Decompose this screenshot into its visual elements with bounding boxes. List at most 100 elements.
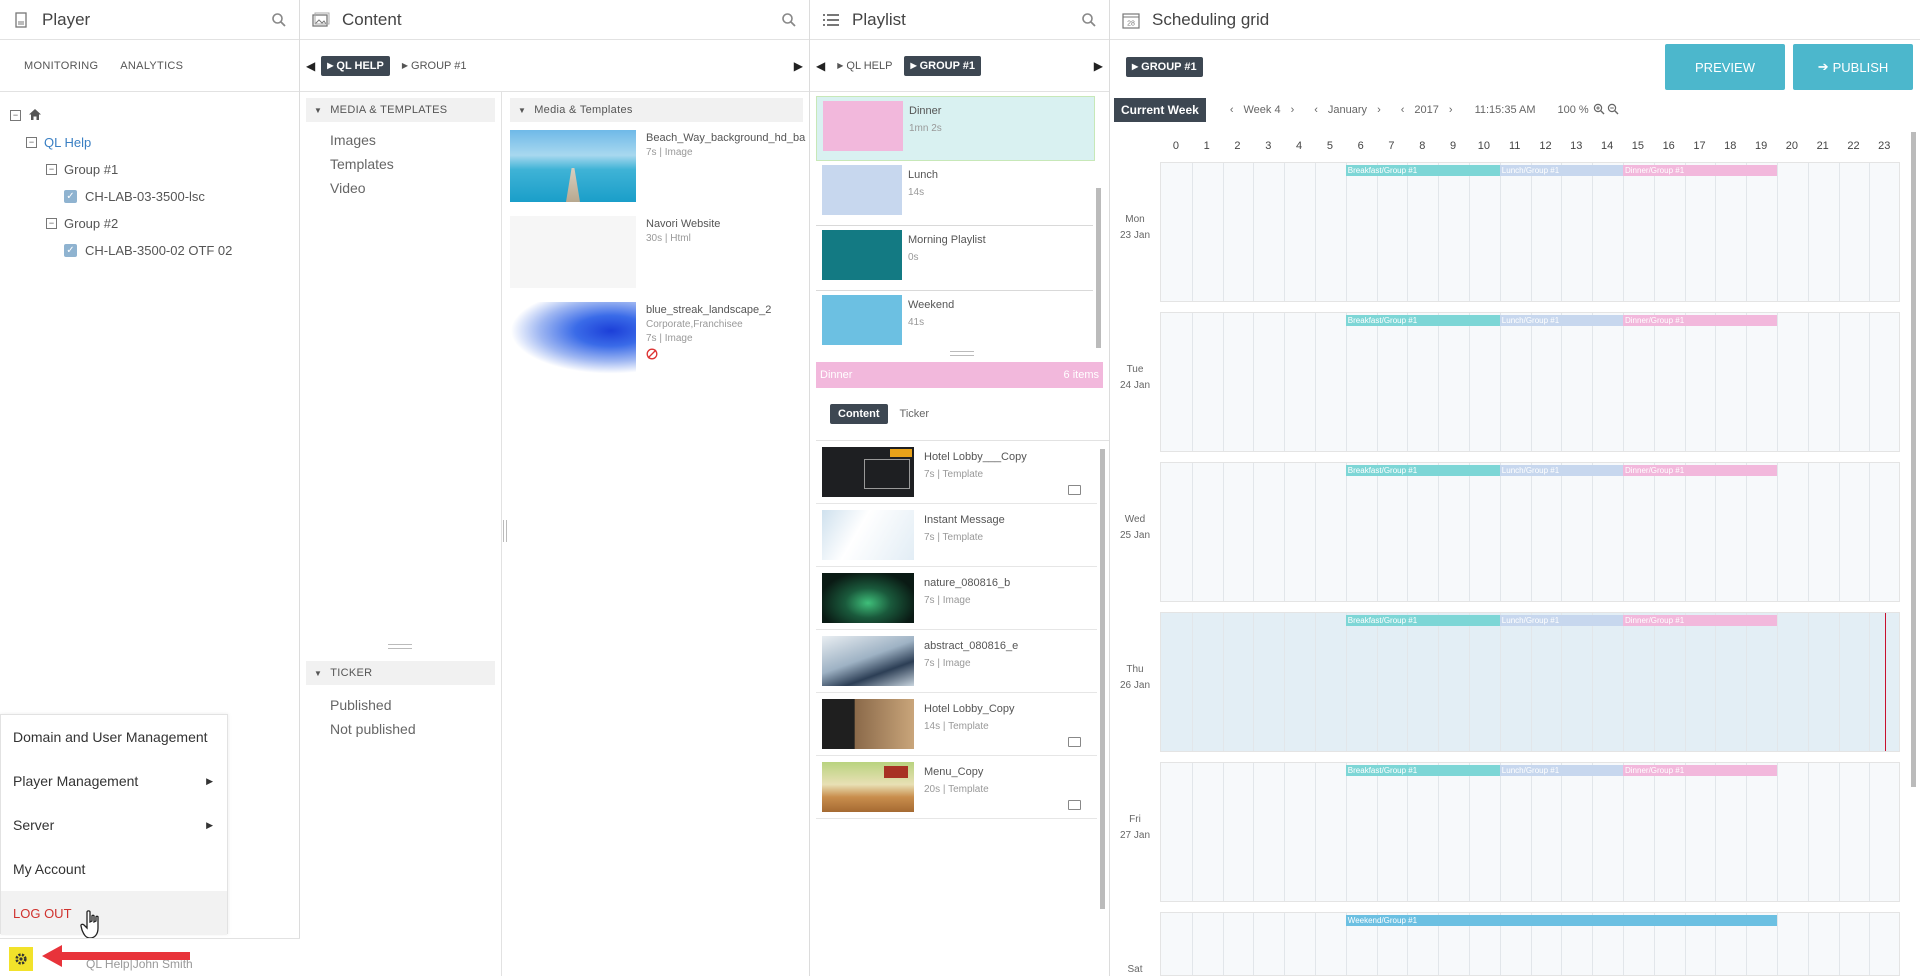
schedule-slot[interactable]: Dinner/Group #1 <box>1623 315 1777 326</box>
hour-gridline <box>1284 613 1286 751</box>
playlist-scrollbar[interactable] <box>1096 188 1101 348</box>
subtab-content[interactable]: Content <box>830 404 888 424</box>
schedule-slot[interactable]: Breakfast/Group #1 <box>1345 165 1500 176</box>
nav-left-icon[interactable]: ◀ <box>816 59 825 73</box>
playlist-content-item[interactable]: Instant Message 7s | Template <box>816 504 1097 567</box>
playlist-item[interactable]: Morning Playlist 0s <box>816 226 1093 291</box>
player-header: Player <box>0 0 299 40</box>
day-row[interactable]: Weekend/Group #1 <box>1160 912 1900 976</box>
day-row[interactable]: Breakfast/Group #1 Lunch/Group #1 Dinner/G… <box>1160 762 1900 902</box>
gear-icon[interactable] <box>9 947 33 971</box>
menu-item-logout[interactable]: LOG OUT <box>1 891 227 935</box>
search-icon[interactable] <box>781 12 797 28</box>
schedule-slot[interactable]: Lunch/Group #1 <box>1499 765 1623 776</box>
schedule-slot[interactable]: Dinner/Group #1 <box>1623 765 1777 776</box>
media-item[interactable]: Beach_Way_background_hd_ba 7s | Image <box>510 130 809 212</box>
day-row[interactable]: Breakfast/Group #1 Lunch/Group #1 Dinner/G… <box>1160 612 1900 752</box>
menu-item-server[interactable]: Server ▶ <box>1 803 227 847</box>
nav-left-icon[interactable]: ◀ <box>306 59 315 73</box>
hour-gridline <box>1499 613 1501 751</box>
breadcrumb-group-1[interactable]: ▶ GROUP #1 <box>904 55 982 76</box>
schedule-slot[interactable]: Dinner/Group #1 <box>1623 165 1777 176</box>
cast-icon[interactable] <box>1068 485 1081 495</box>
hour-gridline <box>1746 163 1748 301</box>
breadcrumb-ql-help[interactable]: ▶ QL HELP <box>831 56 898 76</box>
home-icon[interactable] <box>28 108 42 124</box>
player-checkbox[interactable]: ✓ <box>64 190 77 203</box>
tree-group-label[interactable]: Group #2 <box>64 216 118 231</box>
schedule-slot[interactable]: Breakfast/Group #1 <box>1345 315 1500 326</box>
search-icon[interactable] <box>1081 12 1097 28</box>
hour-gridline <box>1253 613 1255 751</box>
playlist-item[interactable]: Lunch 14s <box>816 161 1093 226</box>
collapse-toggle[interactable]: − <box>26 137 37 148</box>
menu-item-my-account[interactable]: My Account <box>1 847 227 891</box>
collapse-toggle[interactable]: − <box>10 110 21 121</box>
playlist-content-item[interactable]: abstract_080816_e 7s | Image <box>816 630 1097 693</box>
tree-root-label[interactable]: QL Help <box>44 135 91 150</box>
category-templates[interactable]: Templates <box>300 152 501 176</box>
day-row[interactable]: Breakfast/Group #1 Lunch/Group #1 Dinner/G… <box>1160 462 1900 602</box>
schedule-slot[interactable]: Breakfast/Group #1 <box>1345 615 1500 626</box>
day-row[interactable]: Breakfast/Group #1 Lunch/Group #1 Dinner/G… <box>1160 162 1900 302</box>
ticker-published[interactable]: Published <box>300 693 501 717</box>
breadcrumb-group-1[interactable]: ▶ GROUP #1 <box>396 56 473 76</box>
cast-icon[interactable] <box>1068 800 1081 810</box>
schedule-slot[interactable]: Breakfast/Group #1 <box>1345 765 1500 776</box>
section-ticker[interactable]: ▼ TICKER <box>306 661 495 685</box>
playlist-content-item[interactable]: Menu_Copy 20s | Template <box>816 756 1097 819</box>
media-thumbnail[interactable] <box>510 130 636 202</box>
collapse-toggle[interactable]: − <box>46 164 57 175</box>
schedule-slot[interactable]: Lunch/Group #1 <box>1499 615 1623 626</box>
tree-group-label[interactable]: Group #1 <box>64 162 118 177</box>
content-scrollbar[interactable] <box>1100 449 1105 909</box>
schedule-slot[interactable]: Dinner/Group #1 <box>1623 465 1777 476</box>
nav-right-icon[interactable]: ▶ <box>1094 59 1103 73</box>
media-item[interactable]: Navori Website 30s | Html <box>510 216 809 298</box>
playlist-item[interactable]: Weekend 41s <box>816 291 1093 356</box>
schedule-slot[interactable]: Lunch/Group #1 <box>1499 465 1623 476</box>
subtab-ticker[interactable]: Ticker <box>900 408 930 420</box>
collapse-toggle[interactable]: − <box>46 218 57 229</box>
playlist-content-item[interactable]: Hotel Lobby_Copy 14s | Template <box>816 693 1097 756</box>
breadcrumb-ql-help[interactable]: ▶ QL HELP <box>321 55 390 76</box>
menu-item-player-management[interactable]: Player Management ▶ <box>1 759 227 803</box>
category-video[interactable]: Video <box>300 176 501 200</box>
menu-item-domain-user-management[interactable]: Domain and User Management <box>1 715 227 759</box>
schedule-slot[interactable]: Weekend/Group #1 <box>1345 915 1777 926</box>
schedule-slot[interactable]: Lunch/Group #1 <box>1499 165 1623 176</box>
media-item[interactable]: blue_streak_landscape_2 Corporate,Franch… <box>510 302 809 384</box>
schedule-slot[interactable]: Breakfast/Group #1 <box>1345 465 1500 476</box>
media-thumbnail[interactable] <box>510 302 636 374</box>
hour-gridline <box>1222 463 1224 601</box>
tab-monitoring[interactable]: MONITORING <box>24 60 98 72</box>
hour-gridline <box>1777 463 1778 601</box>
content-duration: 7s <box>924 658 935 669</box>
playlist-content-item[interactable]: Hotel Lobby___Copy 7s | Template <box>816 441 1097 504</box>
nav-right-icon[interactable]: ▶ <box>794 59 803 73</box>
hour-gridline <box>1315 613 1316 751</box>
content-type: Template <box>942 532 984 543</box>
day-row[interactable]: Breakfast/Group #1 Lunch/Group #1 Dinner/G… <box>1160 312 1900 452</box>
playlist-content-item[interactable]: nature_080816_b 7s | Image <box>816 567 1097 630</box>
playlist-item[interactable]: Dinner 1mn 2s <box>816 96 1095 161</box>
cast-icon[interactable] <box>1068 737 1081 747</box>
hour-gridline <box>1222 763 1224 901</box>
hour-gridline <box>1253 913 1255 975</box>
schedule-scrollbar[interactable] <box>1911 132 1916 787</box>
player-tree: − − QL Help − Group #1 ✓ CH-LAB-03-3500-… <box>0 92 299 274</box>
schedule-slot[interactable]: Dinner/Group #1 <box>1623 615 1777 626</box>
tree-player-label[interactable]: CH-LAB-03-3500-lsc <box>85 189 205 204</box>
section-media-templates[interactable]: ▼ MEDIA & TEMPLATES <box>306 98 495 122</box>
resize-handle[interactable] <box>950 351 974 356</box>
tab-analytics[interactable]: ANALYTICS <box>120 60 183 72</box>
ticker-not-published[interactable]: Not published <box>300 717 501 741</box>
section-media-templates-list[interactable]: ▼ Media & Templates <box>510 98 803 122</box>
player-checkbox[interactable]: ✓ <box>64 244 77 257</box>
search-icon[interactable] <box>271 12 287 28</box>
media-thumbnail[interactable] <box>510 216 636 288</box>
category-images[interactable]: Images <box>300 128 501 152</box>
resize-handle[interactable] <box>388 644 412 649</box>
schedule-slot[interactable]: Lunch/Group #1 <box>1499 315 1623 326</box>
tree-player-label[interactable]: CH-LAB-3500-02 OTF 02 <box>85 243 232 258</box>
